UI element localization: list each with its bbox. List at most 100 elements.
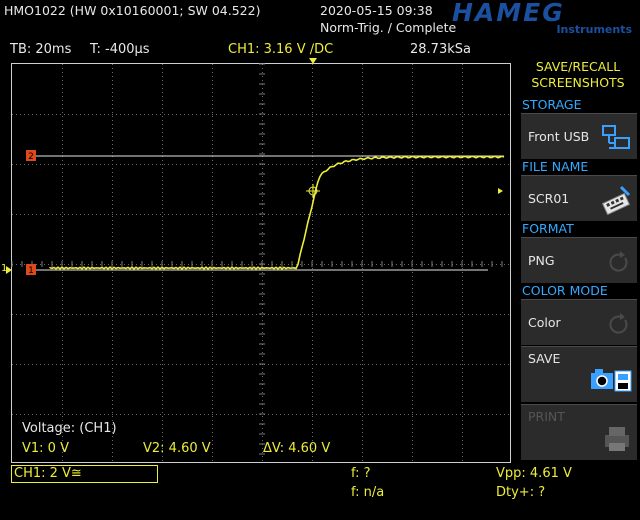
file-name-button[interactable]: SCR01: [521, 175, 637, 221]
grid-dot: [364, 364, 365, 365]
grid-dot: [312, 232, 313, 233]
grid-dot: [340, 214, 341, 215]
grid-dot: [62, 168, 63, 169]
grid-dot: [462, 168, 463, 169]
grid-dot: [220, 364, 221, 365]
grid-dot: [88, 114, 89, 115]
grid-dot: [268, 364, 269, 365]
grid-dot: [20, 164, 21, 165]
grid-dot: [364, 114, 365, 115]
grid-dot: [62, 240, 63, 241]
grid-dot: [62, 348, 63, 349]
grid-dot: [212, 88, 213, 89]
grid-dot: [312, 288, 313, 289]
grid-dot: [62, 276, 63, 277]
grid-dot: [348, 314, 349, 315]
grid-dot: [212, 76, 213, 77]
grid-dot: [304, 164, 305, 165]
grid-dot: [112, 412, 113, 413]
grid-dot: [412, 204, 413, 205]
grid-dot: [360, 314, 361, 315]
grid-dot: [312, 216, 313, 217]
grid-dot: [200, 314, 201, 315]
channel-ground-arrow: [6, 266, 12, 274]
grid-dot: [300, 214, 301, 215]
grid-dot: [452, 364, 453, 365]
grid-dot: [508, 214, 509, 215]
cursor-v2-readout: V2: 4.60 V: [143, 441, 211, 456]
grid-dot: [262, 308, 263, 309]
grid-dot: [132, 114, 133, 115]
grid-dot: [62, 92, 63, 93]
grid-dot: [256, 414, 257, 415]
grid-dot: [212, 244, 213, 245]
grid-dot: [236, 164, 237, 165]
grid-dot: [40, 414, 41, 415]
grid-dot: [312, 100, 313, 101]
grid-dot: [262, 276, 263, 277]
storage-button[interactable]: Front USB: [521, 113, 637, 159]
grid-dot: [62, 332, 63, 333]
grid-dot: [62, 116, 63, 117]
grid-dot: [162, 376, 163, 377]
grid-dot: [300, 364, 301, 365]
grid-dot: [368, 314, 369, 315]
grid-dot: [168, 214, 169, 215]
grid-dot: [162, 328, 163, 329]
grid-dot: [28, 114, 29, 115]
grid-dot: [252, 414, 253, 415]
grid-dot: [212, 436, 213, 437]
grid-dot: [112, 80, 113, 81]
grid-dot: [162, 308, 163, 309]
grid-dot: [62, 164, 63, 165]
grid-dot: [362, 140, 363, 141]
grid-dot: [300, 414, 301, 415]
grid-dot: [412, 104, 413, 105]
grid-dot: [162, 92, 163, 93]
grid-dot: [312, 276, 313, 277]
grid-dot: [396, 364, 397, 365]
grid-dot: [112, 344, 113, 345]
format-button[interactable]: PNG: [521, 237, 637, 283]
grid-dot: [184, 364, 185, 365]
grid-dot: [188, 414, 189, 415]
grid-dot: [492, 214, 493, 215]
grid-dot: [352, 414, 353, 415]
grid-dot: [36, 114, 37, 115]
grid-dot: [62, 76, 63, 77]
grid-dot: [262, 336, 263, 337]
grid-dot: [208, 364, 209, 365]
color-mode-button[interactable]: Color: [521, 299, 637, 345]
grid-dot: [112, 348, 113, 349]
grid-dot: [412, 176, 413, 177]
grid-dot: [62, 340, 63, 341]
save-button[interactable]: SAVE: [521, 346, 637, 402]
grid-dot: [396, 414, 397, 415]
grid-dot: [456, 264, 457, 265]
grid-dot: [192, 364, 193, 365]
grid-dot: [412, 420, 413, 421]
grid-dot: [408, 164, 409, 165]
grid-dot: [240, 114, 241, 115]
grid-dot: [44, 214, 45, 215]
grid-dot: [140, 314, 141, 315]
grid-dot: [112, 180, 113, 181]
grid-dot: [162, 232, 163, 233]
print-button[interactable]: PRINT: [521, 404, 637, 460]
grid-dot: [462, 412, 463, 413]
grid-dot: [112, 392, 113, 393]
grid-dot: [80, 264, 81, 265]
grid-dot: [462, 288, 463, 289]
ch1-setting-box[interactable]: CH1: 2 V≅: [11, 465, 158, 483]
grid-dot: [88, 264, 89, 265]
grid-dot: [262, 236, 263, 237]
grid-dot: [112, 352, 113, 353]
grid-dot: [32, 364, 33, 365]
grid-dot: [468, 164, 469, 165]
grid-dot: [68, 264, 69, 265]
grid-dot: [384, 214, 385, 215]
grid-dot: [108, 314, 109, 315]
grid-dot: [456, 364, 457, 365]
grid-dot: [362, 456, 363, 457]
grid-dot: [172, 114, 173, 115]
